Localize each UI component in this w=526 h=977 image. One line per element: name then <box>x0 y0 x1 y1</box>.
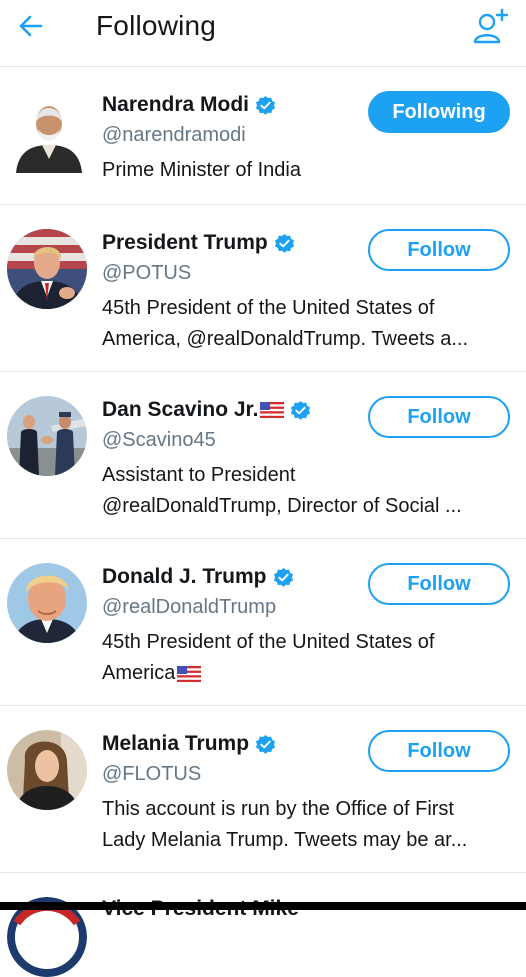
user-name: Melania Trump <box>102 732 250 755</box>
avatar[interactable] <box>7 229 87 309</box>
list-item[interactable]: Dan Scavino Jr. @Scavino45 Assistant to … <box>0 372 526 539</box>
avatar[interactable] <box>16 93 82 173</box>
system-nav-bar <box>0 902 526 910</box>
list-item[interactable]: Donald J. Trump @realDonaldTrump 45th Pr… <box>0 539 526 706</box>
user-bio: Assistant to President @realDonaldTrump,… <box>102 460 502 522</box>
follow-button[interactable]: Follow <box>368 730 510 772</box>
bio-text: America <box>102 662 176 684</box>
user-bio: 45th President of the United States of A… <box>102 293 502 355</box>
page-title: Following <box>96 10 217 41</box>
list-item[interactable]: Narendra Modi @narendramodi Prime Minist… <box>0 67 526 205</box>
us-flag-icon <box>177 665 202 682</box>
user-name-line: Donald J. Trump <box>102 565 294 589</box>
user-handle: @realDonaldTrump <box>102 596 277 618</box>
list-item[interactable]: President Trump @POTUS 45th President of… <box>0 205 526 372</box>
user-handle: @FLOTUS <box>102 763 202 785</box>
user-handle: @Scavino45 <box>102 429 216 451</box>
verified-badge-icon <box>255 734 276 754</box>
user-name-line: Narendra Modi <box>102 93 276 117</box>
user-handle: @POTUS <box>102 262 192 284</box>
avatar[interactable] <box>7 563 87 643</box>
us-flag-icon <box>260 402 285 418</box>
user-bio: 45th President of the United States of A… <box>102 627 502 689</box>
verified-badge-icon <box>291 400 311 420</box>
user-name: Dan Scavino Jr. <box>102 398 259 421</box>
user-name-line: Melania Trump <box>102 732 276 756</box>
verified-badge-icon <box>255 95 276 115</box>
user-name: Donald J. Trump <box>102 565 267 588</box>
arrow-left-icon <box>19 15 43 37</box>
top-app-bar: Following <box>0 0 526 67</box>
user-name: Narendra Modi <box>102 93 250 116</box>
user-bio: Prime Minister of India <box>102 155 502 186</box>
user-name-line: Dan Scavino Jr. <box>102 398 311 422</box>
verified-badge-icon <box>274 233 294 253</box>
bio-line: Prime Minister of India <box>102 159 301 181</box>
bio-line-with-flag: America <box>102 658 502 689</box>
bio-line: America, @realDonaldTrump. Tweets a... <box>102 328 468 350</box>
user-bio: This account is run by the Office of Fir… <box>102 794 502 856</box>
user-name-line: President Trump <box>102 231 295 255</box>
following-button[interactable]: Following <box>368 91 510 133</box>
bio-line: This account is run by the Office of Fir… <box>102 798 454 820</box>
add-user-icon <box>473 8 509 44</box>
follow-button[interactable]: Follow <box>368 229 510 271</box>
avatar[interactable] <box>7 730 87 810</box>
verified-badge-icon <box>273 567 293 587</box>
avatar[interactable] <box>7 396 87 476</box>
list-item[interactable]: Melania Trump @FLOTUS This account is ru… <box>0 706 526 873</box>
bio-line: Assistant to President <box>102 464 296 486</box>
follow-button[interactable]: Follow <box>368 563 510 605</box>
add-user-button[interactable] <box>472 6 512 46</box>
bio-line: Lady Melania Trump. Tweets may be ar... <box>102 829 468 851</box>
bio-line: 45th President of the United States of <box>102 297 435 319</box>
bio-line: @realDonaldTrump, Director of Social ... <box>102 495 462 517</box>
following-list: Narendra Modi @narendramodi Prime Minist… <box>0 67 526 977</box>
follow-button[interactable]: Follow <box>368 396 510 438</box>
user-name: President Trump <box>102 231 268 254</box>
user-handle: @narendramodi <box>102 124 246 146</box>
bio-line: 45th President of the United States of <box>102 631 435 653</box>
back-button[interactable] <box>14 9 48 43</box>
